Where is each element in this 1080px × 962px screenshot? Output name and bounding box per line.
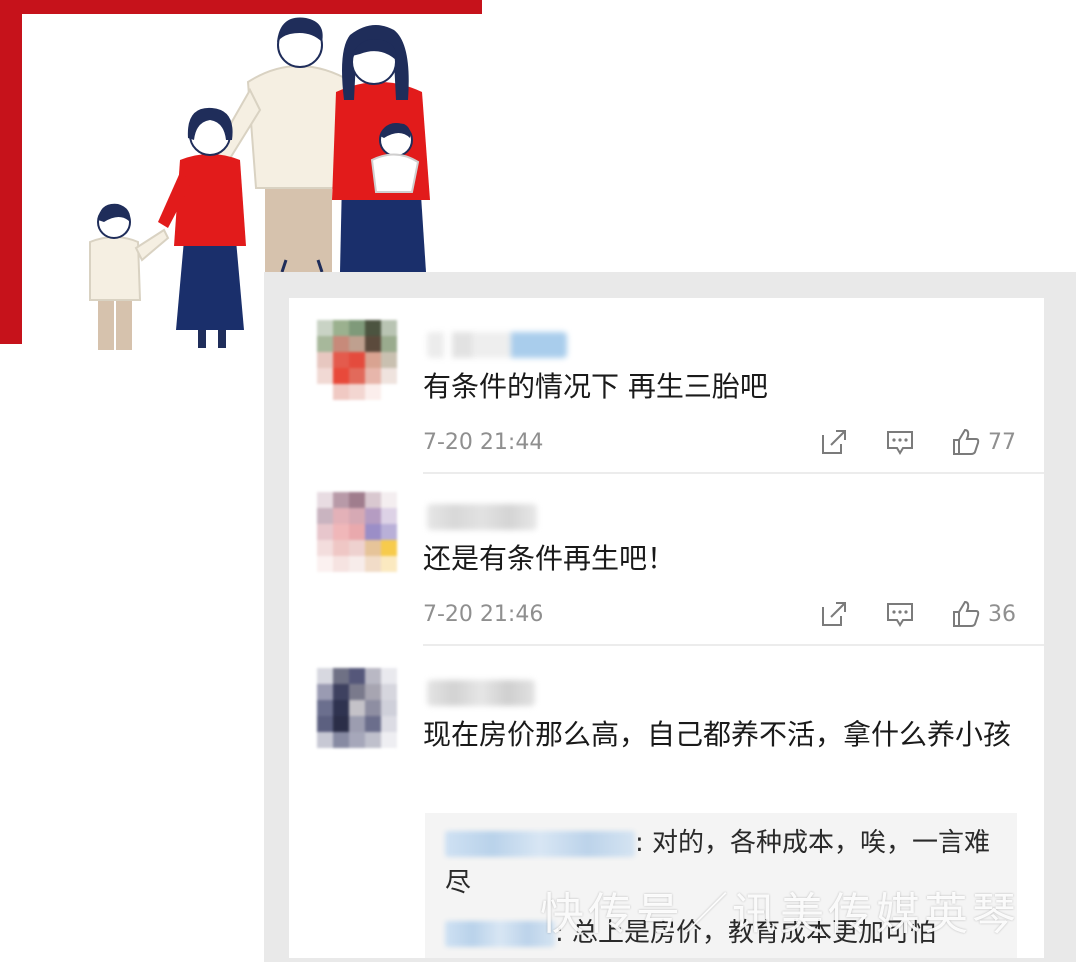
like-count: 36: [988, 601, 1016, 627]
reply-username-blurred[interactable]: [445, 830, 635, 857]
username-blurred[interactable]: [427, 332, 567, 358]
boy-figure: [89, 203, 170, 350]
like-count: 77: [988, 429, 1016, 455]
comment-time: 7-20 21:44: [423, 430, 544, 455]
comment-actions: 77: [784, 426, 1016, 458]
username-blurred[interactable]: [427, 504, 537, 530]
avatar[interactable]: [317, 668, 397, 748]
reply-icon[interactable]: [884, 426, 916, 458]
reply-icon[interactable]: [884, 598, 916, 630]
comment-text: 还是有条件再生吧！: [423, 542, 676, 575]
divider: [423, 644, 1044, 646]
avatar[interactable]: [317, 320, 397, 400]
comment-time: 7-20 21:46: [423, 602, 544, 627]
avatar[interactable]: [317, 492, 397, 572]
reply-username-blurred[interactable]: [445, 920, 555, 947]
username-blurred[interactable]: [427, 680, 535, 706]
comment-text: 现在房价那么高，自己都养不活，拿什么养小孩: [423, 718, 1012, 751]
watermark: 快传号／讯美传媒英琴: [540, 889, 1020, 940]
like-icon[interactable]: [950, 426, 982, 458]
divider: [423, 472, 1044, 474]
share-icon[interactable]: [818, 598, 850, 630]
comment-list: 有条件的情况下 再生三胎吧 7-20 21:44 77 还是有条件再生吧！ 7-…: [289, 298, 1044, 958]
mother-figure: [332, 25, 430, 272]
comment-actions: 36: [784, 598, 1016, 630]
comment-text: 有条件的情况下 再生三胎吧: [423, 370, 768, 403]
like-icon[interactable]: [950, 598, 982, 630]
share-icon[interactable]: [818, 426, 850, 458]
red-frame-left: [0, 0, 22, 344]
